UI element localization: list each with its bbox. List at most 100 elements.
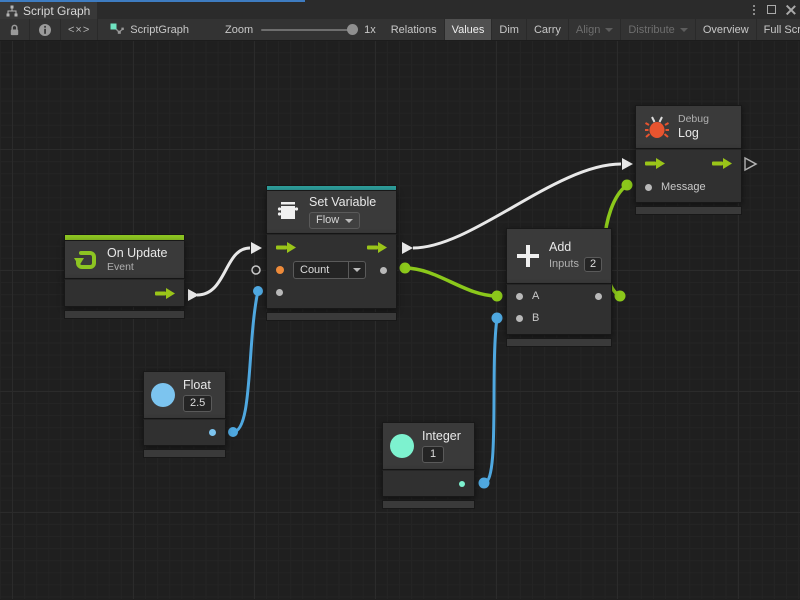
zoom-slider-handle[interactable] (347, 24, 358, 35)
wire-endpoint (479, 478, 490, 489)
message-label: Message (661, 181, 706, 193)
node-category: Debug (678, 113, 709, 126)
blue-circle-icon (151, 383, 175, 407)
unconnected-port-ring[interactable] (252, 266, 260, 274)
inputs-count-field[interactable]: 2 (584, 257, 602, 272)
flow-output-port[interactable] (712, 158, 732, 169)
flow-output-port[interactable] (155, 288, 175, 299)
graph-breadcrumb[interactable]: ScriptGraph (98, 19, 199, 40)
node-footer (266, 312, 397, 321)
graph-canvas[interactable]: On Update Event (0, 41, 800, 599)
integer-value-field[interactable]: 1 (422, 446, 444, 463)
wire-endpoint (622, 180, 633, 191)
float-output-port[interactable] (209, 429, 216, 436)
wire-endpoint (400, 263, 411, 274)
graph-toolbar: <×> ScriptGraph Zoom 1x Relations Values… (0, 19, 800, 41)
message-input-port[interactable] (645, 184, 652, 191)
inspector-button[interactable] (30, 19, 61, 40)
wire-arrowhead (251, 242, 262, 254)
tab-title: Script Graph (23, 4, 90, 18)
unconnected-flow-arrow[interactable] (745, 158, 756, 170)
node-subtitle: Event (107, 261, 167, 274)
value-output-port[interactable] (380, 267, 387, 274)
values-button[interactable]: Values (445, 19, 493, 40)
float-value-field[interactable]: 2.5 (183, 395, 212, 412)
node-float[interactable]: Float 2.5 (143, 371, 226, 458)
variable-kind-dropdown[interactable]: Flow (309, 212, 360, 229)
input-a-label: A (532, 290, 539, 302)
wire-value-setvariable-add-a[interactable] (405, 268, 497, 296)
chevron-down-icon[interactable] (349, 261, 366, 279)
mint-circle-icon (390, 434, 414, 458)
wire-arrowhead (622, 158, 633, 170)
graph-name-label: ScriptGraph (130, 24, 189, 36)
wire-endpoint (253, 286, 263, 296)
variable-name-field[interactable]: Count (293, 261, 366, 279)
overview-button[interactable]: Overview (696, 19, 757, 40)
info-circle-icon (38, 23, 52, 37)
node-title: Integer (422, 429, 461, 444)
flow-input-port[interactable] (276, 242, 296, 253)
inputs-label: Inputs (549, 258, 579, 271)
zoom-value: 1x (364, 24, 376, 36)
node-on-update[interactable]: On Update Event (64, 234, 185, 319)
node-footer (64, 310, 185, 319)
chevron-down-icon (605, 28, 613, 32)
zoom-slider[interactable] (261, 29, 356, 31)
node-footer (506, 338, 612, 347)
input-b-label: B (532, 312, 539, 324)
wire-endpoint (492, 313, 503, 324)
window-menu-icon[interactable] (751, 5, 757, 15)
flow-output-port[interactable] (367, 242, 387, 253)
full-screen-button[interactable]: Full Screen (757, 19, 800, 40)
node-title: On Update (107, 246, 167, 261)
wire-arrowhead (402, 242, 413, 254)
node-debug-log[interactable]: Debug Log Message (635, 105, 742, 215)
node-graph-icon (110, 23, 124, 37)
node-footer (635, 206, 742, 215)
carry-button[interactable]: Carry (527, 19, 569, 40)
chevron-down-icon (680, 28, 688, 32)
node-set-variable[interactable]: Set Variable Flow (266, 185, 397, 321)
chevron-down-icon (345, 219, 353, 223)
zoom-label: Zoom (225, 24, 253, 36)
wire-endpoint (228, 427, 238, 437)
plus-icon (515, 243, 541, 269)
input-a-port[interactable] (516, 293, 523, 300)
node-title: Log (678, 126, 709, 141)
tab-script-graph[interactable]: Script Graph (0, 2, 97, 19)
node-footer (382, 500, 475, 509)
wire-flow-onupdate-setvariable[interactable] (197, 248, 250, 295)
integer-output-port[interactable] (459, 481, 465, 487)
wire-value-float-setvariable[interactable] (233, 291, 258, 432)
wire-endpoint (492, 291, 503, 302)
script-graph-window: Script Graph <×> (0, 0, 800, 600)
dim-button[interactable]: Dim (492, 19, 527, 40)
wire-endpoint (615, 291, 626, 302)
padlock-icon (8, 23, 21, 37)
align-dropdown-button[interactable]: Align (569, 19, 621, 40)
loop-arrow-icon (73, 247, 99, 273)
node-title: Set Variable (309, 195, 376, 210)
hierarchy-icon (6, 5, 18, 17)
node-footer (143, 449, 226, 458)
close-icon[interactable] (786, 5, 796, 15)
maximize-icon[interactable] (767, 5, 776, 14)
sum-output-port[interactable] (595, 293, 602, 300)
value-input-port[interactable] (276, 289, 283, 296)
node-add[interactable]: Add Inputs 2 A B (506, 228, 612, 347)
node-title: Float (183, 378, 212, 393)
lock-button[interactable] (0, 19, 30, 40)
code-toggle-button[interactable]: <×> (61, 19, 98, 40)
wire-value-integer-add-b[interactable] (484, 318, 497, 483)
titlebar: Script Graph (0, 0, 800, 19)
node-integer[interactable]: Integer 1 (382, 422, 475, 509)
variable-box-icon (275, 200, 301, 224)
angle-brackets-x-icon: <×> (68, 24, 90, 36)
distribute-dropdown-button[interactable]: Distribute (621, 19, 695, 40)
variable-name-port[interactable] (276, 266, 284, 274)
flow-input-port[interactable] (645, 158, 665, 169)
bug-icon (644, 114, 670, 140)
relations-button[interactable]: Relations (384, 19, 445, 40)
input-b-port[interactable] (516, 315, 523, 322)
